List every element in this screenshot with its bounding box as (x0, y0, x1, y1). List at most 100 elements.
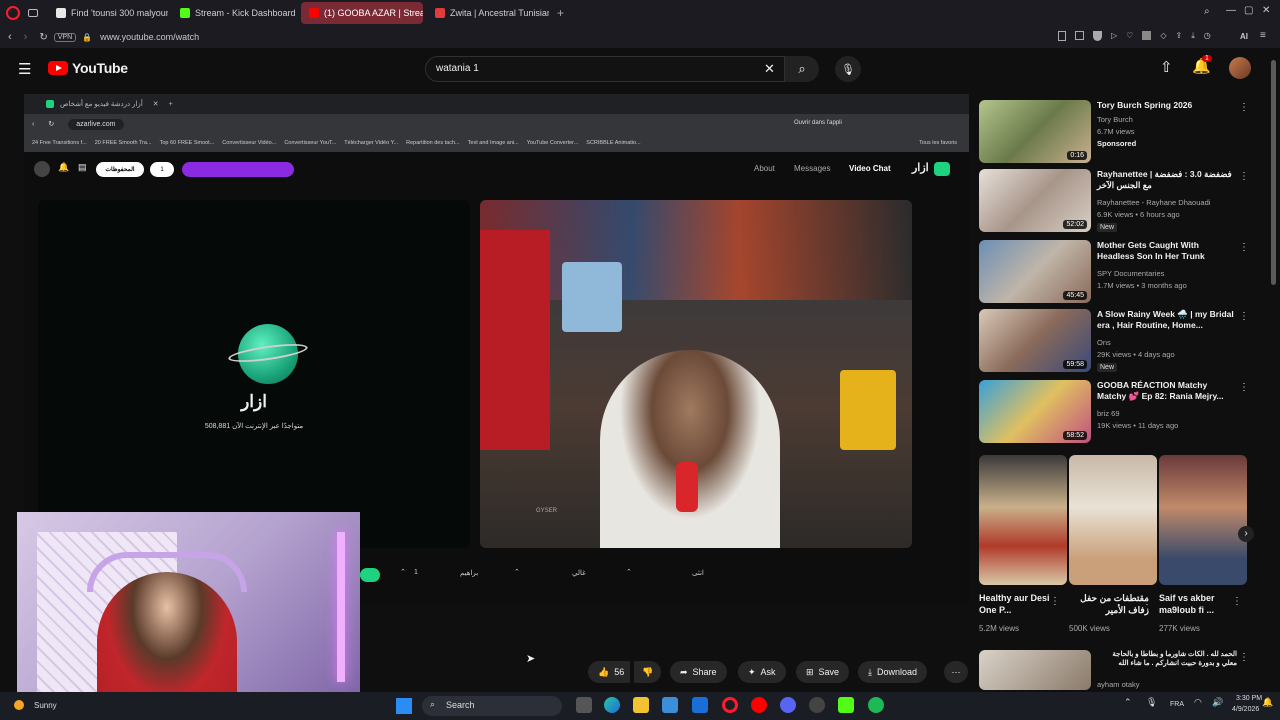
clock-time[interactable]: 3:30 PM (1236, 695, 1262, 702)
vpn-badge[interactable]: VPN (53, 32, 77, 42)
heart-icon[interactable]: ♡ (1126, 31, 1133, 41)
more-options-icon[interactable]: ⋮ (1239, 311, 1249, 322)
recommendation-item[interactable]: 0:16 Tory Burch Spring 2026 Tory Burch 6… (979, 100, 1249, 164)
search-button[interactable]: ⌕ (785, 56, 819, 82)
menu-icon[interactable]: ≡ (1260, 30, 1266, 41)
clear-search-icon[interactable]: ✕ (764, 61, 775, 77)
short-thumbnail[interactable] (979, 455, 1067, 585)
shield-icon[interactable] (1093, 31, 1102, 41)
dislike-button[interactable]: 👎 (634, 661, 662, 683)
puzzle-icon[interactable]: ◇ (1160, 31, 1166, 41)
ai-button[interactable]: AI (1240, 32, 1248, 41)
forward-icon[interactable]: › (24, 31, 28, 43)
share-label: Share (692, 667, 717, 677)
url-field[interactable]: www.youtube.com/watch (100, 32, 199, 42)
youtube-logo[interactable]: YouTube (48, 60, 128, 76)
recommendation-item[interactable]: الحمد لله . الكات شاورما و بطاطا و بالحا… (979, 650, 1249, 690)
voice-search-button[interactable]: 🎙 (835, 56, 861, 82)
recommendation-item[interactable]: 58:52 GOOBA RÉACTION Matchy Matchy 💕 Ep … (979, 380, 1249, 444)
short-thumbnail[interactable] (1159, 455, 1247, 585)
store-icon[interactable] (662, 697, 678, 713)
new-tab-icon[interactable]: + (557, 6, 564, 20)
video-title: A Slow Rainy Week 🌧️ | my Bridal era , H… (1097, 309, 1234, 330)
next-shorts-icon[interactable]: › (1238, 526, 1254, 542)
new-badge: New (1097, 363, 1118, 372)
upload-icon[interactable]: ⇧ (1160, 58, 1173, 76)
save-button[interactable]: ⊞ Save (796, 661, 850, 683)
clock-date[interactable]: 4/9/2026 (1232, 706, 1259, 713)
azar-panel-brand: ازار (241, 392, 267, 411)
more-options-icon[interactable]: ⋮ (1239, 382, 1249, 393)
search-input[interactable]: watania 1 (425, 56, 785, 82)
inner-bookmarks-bar: 24 Free Transitions f... 20 FREE Smooth … (24, 134, 969, 152)
recommendation-item[interactable]: 59:58 A Slow Rainy Week 🌧️ | my Bridal e… (979, 309, 1249, 373)
recommendation-item[interactable]: 52:02 Rayhanettee | فضفضة 3.0 : فضفضة مع… (979, 169, 1249, 233)
taskbar-search[interactable]: ⌕ Search (422, 696, 562, 716)
sidebar-toggle-icon[interactable] (28, 9, 38, 17)
file-explorer-icon[interactable] (633, 697, 649, 713)
download-button[interactable]: ⤓ Download (858, 661, 928, 683)
mic-tray-icon[interactable]: 🎙 (1146, 697, 1162, 713)
browser-tab[interactable]: Find 'tounsi 300 malyoun (48, 2, 168, 24)
browser-tab[interactable]: Zwita | Ancestral Tunisian (427, 2, 549, 24)
bookmark-icon[interactable] (1058, 31, 1066, 41)
snapshot-icon[interactable] (1075, 31, 1084, 40)
bookmark-item: Télécharger Vidéo Y... (344, 140, 399, 146)
more-options-icon[interactable]: ⋮ (1239, 652, 1249, 663)
close-icon[interactable]: ✕ (1262, 5, 1270, 16)
wifi-icon[interactable]: ◠ (1194, 697, 1210, 713)
mouse-cursor: ➤ (526, 653, 536, 665)
reload-icon[interactable]: ↻ (39, 32, 47, 43)
obs-icon[interactable] (809, 697, 825, 713)
spotify-icon[interactable] (868, 697, 884, 713)
avatar[interactable] (1229, 57, 1251, 79)
browser-tab-active[interactable]: (1) GOOBA AZAR | Stream (301, 2, 423, 24)
search-tabs-icon[interactable]: ⌕ (1204, 6, 1210, 17)
history-icon[interactable]: ◷ (1204, 31, 1211, 41)
flag-tunisia (480, 230, 550, 450)
mail-icon[interactable] (692, 697, 708, 713)
opera-taskbar-icon[interactable] (722, 697, 738, 713)
start-icon[interactable] (396, 698, 412, 714)
play-icon[interactable]: ▷ (1111, 31, 1117, 41)
kick-taskbar-icon[interactable] (838, 697, 854, 713)
short-thumbnail[interactable] (1069, 455, 1157, 585)
video-title: Rayhanettee | فضفضة 3.0 : فضفضة مع الجنس… (1097, 169, 1232, 190)
inner-back-icon: ‹ (32, 120, 35, 128)
channel-name: ayham otaky (1097, 680, 1140, 689)
recommendation-item[interactable]: 45:45 Mother Gets Caught With Headless S… (979, 240, 1249, 304)
tray-chevron-icon[interactable]: ⌃ (1124, 697, 1140, 713)
video-thumbnail: 58:52 (979, 380, 1091, 443)
share-button[interactable]: ➦ Share (670, 661, 727, 683)
discord-icon[interactable] (780, 697, 796, 713)
microphone-icon: 🎙 (841, 63, 855, 76)
browser-tab[interactable]: Stream - Kick Dashboard (172, 2, 297, 24)
edge-icon[interactable] (604, 697, 620, 713)
task-view-icon[interactable] (576, 697, 592, 713)
youtube-play-icon (48, 61, 68, 75)
page-scrollbar[interactable] (1271, 60, 1276, 285)
video-thumbnail: 52:02 (979, 169, 1091, 232)
more-options-icon[interactable]: ⋮ (1239, 171, 1249, 182)
more-options-icon[interactable]: ⋮ (1239, 102, 1249, 113)
minimize-icon[interactable]: — (1226, 5, 1236, 16)
extension-icon[interactable] (1142, 31, 1152, 40)
ask-button[interactable]: ✦ Ask (738, 661, 786, 683)
more-options-icon[interactable]: ⋮ (1050, 596, 1060, 607)
weather-label[interactable]: Sunny (34, 701, 57, 710)
more-options-icon[interactable]: ⋮ (1232, 596, 1242, 607)
maximize-icon[interactable]: ▢ (1244, 5, 1253, 16)
more-actions-button[interactable]: ⋯ (944, 661, 968, 683)
notification-center-icon[interactable]: 🔔 (1262, 697, 1278, 713)
more-options-icon[interactable]: ⋮ (1239, 242, 1249, 253)
volume-icon[interactable]: 🔊 (1212, 697, 1228, 713)
share-icon[interactable]: ⇪ (1175, 31, 1182, 41)
youtube-taskbar-icon[interactable] (751, 697, 767, 713)
like-button[interactable]: 👍 56 (588, 661, 631, 683)
language-indicator[interactable]: FRA (1170, 701, 1184, 708)
opera-icon[interactable] (6, 6, 20, 20)
download-icon[interactable]: ⤓ (1191, 31, 1195, 41)
hamburger-menu-icon[interactable]: ☰ (18, 60, 31, 78)
back-icon[interactable]: ‹ (8, 31, 12, 43)
more-options-icon[interactable]: ⋮ (1142, 596, 1152, 607)
